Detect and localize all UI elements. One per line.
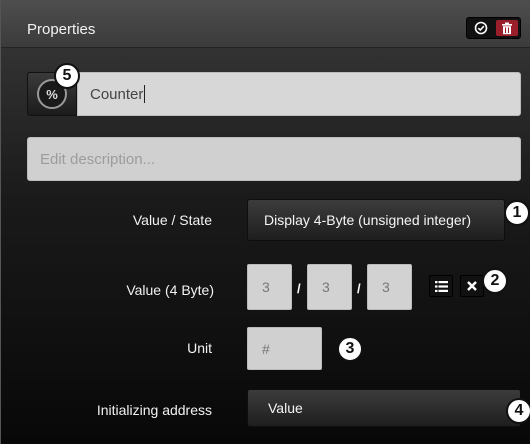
value-separator: / <box>297 281 301 296</box>
text-caret <box>144 85 146 103</box>
callout-1: 1 <box>504 200 530 226</box>
panel-title: Properties <box>27 21 96 38</box>
delete-button[interactable] <box>496 20 518 36</box>
value-byte-field-3[interactable]: 3 <box>367 264 412 310</box>
value-byte-field-1[interactable]: 3 <box>247 264 292 310</box>
value-state-label: Value / State <box>132 212 212 228</box>
close-icon <box>467 281 477 291</box>
clear-button[interactable] <box>460 275 484 297</box>
name-input[interactable]: Counter <box>77 72 521 116</box>
list-icon <box>434 280 448 292</box>
callout-5: 5 <box>54 63 80 89</box>
init-address-label: Initializing address <box>96 402 212 418</box>
callout-3: 3 <box>337 336 363 362</box>
properties-panel: Properties % Counter Edit description...… <box>0 0 530 444</box>
trash-icon <box>502 22 512 34</box>
name-input-value: Counter <box>90 85 144 103</box>
init-address-select[interactable]: Value <box>247 389 521 427</box>
unit-input[interactable]: # <box>247 327 322 370</box>
unit-label: Unit <box>187 340 212 356</box>
list-button[interactable] <box>429 275 453 297</box>
confirm-button[interactable] <box>470 20 492 36</box>
check-circle-icon <box>474 21 488 35</box>
panel-header: Properties <box>1 0 530 48</box>
value-4byte-label: Value (4 Byte) <box>126 282 214 298</box>
value-separator: / <box>357 281 361 296</box>
callout-2: 2 <box>482 268 508 294</box>
value-byte-field-2[interactable]: 3 <box>307 264 352 310</box>
header-buttons <box>466 17 521 39</box>
callout-4: 4 <box>506 398 530 424</box>
description-input[interactable]: Edit description... <box>27 137 521 181</box>
value-state-select[interactable]: Display 4-Byte (unsigned integer) <box>247 199 505 241</box>
